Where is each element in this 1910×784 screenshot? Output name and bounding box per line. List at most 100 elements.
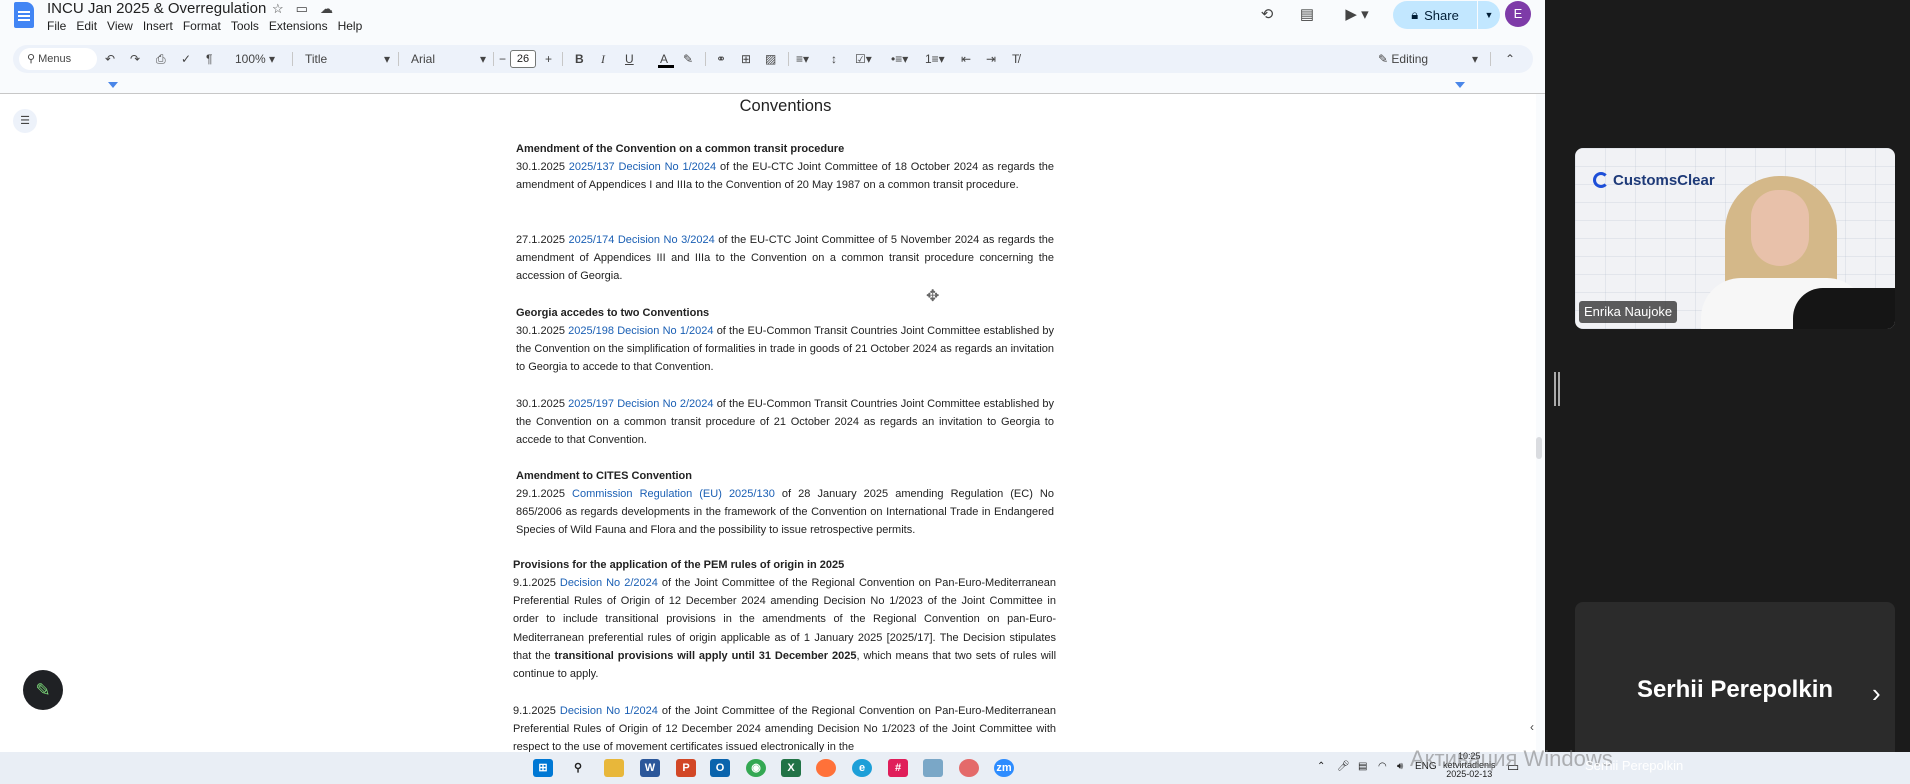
increase-indent-icon[interactable]: ⇥ xyxy=(986,45,996,73)
entry-link[interactable]: Decision No 1/2024 xyxy=(560,705,658,717)
right-indent-marker[interactable] xyxy=(1455,82,1465,88)
entry-link[interactable]: 2025/137 Decision No 1/2024 xyxy=(569,161,716,173)
document-title[interactable]: INCU Jan 2025 & Overregulation xyxy=(47,0,266,17)
underline-icon[interactable]: U xyxy=(625,45,634,73)
meet-video-icon[interactable]: ▶ ▾ xyxy=(1340,5,1374,25)
entry-date: 30.1.2025 xyxy=(516,398,565,410)
windows-start-icon[interactable]: ⊞ xyxy=(533,759,553,777)
document-page[interactable]: Conventions Amendment of the Convention … xyxy=(0,94,1536,752)
spellcheck-icon[interactable]: ✓ xyxy=(181,45,191,73)
menu-extensions[interactable]: Extensions xyxy=(264,19,333,33)
hide-menus-icon[interactable]: ⌃ xyxy=(1505,45,1515,73)
snipping-tool-icon[interactable] xyxy=(959,759,979,777)
entry-date: 9.1.2025 xyxy=(513,577,556,589)
ruler[interactable] xyxy=(0,82,1545,94)
paint-format-icon[interactable]: ¶ xyxy=(206,45,212,73)
bulleted-list-icon[interactable]: •≡▾ xyxy=(891,45,908,73)
file-explorer-icon[interactable] xyxy=(604,759,624,777)
toolbar-divider xyxy=(493,52,494,66)
account-avatar[interactable]: E xyxy=(1505,1,1531,27)
app-icon[interactable] xyxy=(923,759,943,777)
align-icon[interactable]: ≡▾ xyxy=(796,45,809,73)
font-size-input[interactable]: 26 xyxy=(510,50,536,68)
style-select[interactable]: Title ▾ xyxy=(305,45,390,73)
font-select[interactable]: Arial ▾ xyxy=(411,45,486,73)
chrome-icon[interactable]: ◉ xyxy=(746,759,766,777)
add-comment-icon[interactable]: ⊞ xyxy=(741,45,751,73)
search-icon: ⚲ xyxy=(27,53,39,65)
menu-file[interactable]: File xyxy=(47,19,71,33)
link-icon[interactable]: ⚭ xyxy=(716,45,726,73)
participant-tile[interactable]: Serhii Perepolkin xyxy=(1575,602,1895,752)
left-indent-marker[interactable] xyxy=(108,82,118,88)
share-options-button[interactable]: ▼ xyxy=(1478,1,1500,29)
section-title: Amendment of the Convention on a common … xyxy=(516,143,845,155)
network-icon[interactable]: ▤ xyxy=(1358,761,1367,772)
insert-image-icon[interactable]: ▨ xyxy=(765,45,776,73)
menu-edit[interactable]: Edit xyxy=(71,19,102,33)
brand-name: CustomsClear xyxy=(1613,172,1715,189)
zoom-app-icon[interactable]: zm xyxy=(994,759,1014,777)
entry-paragraph: 9.1.2025 Decision No 1/2024 of the Joint… xyxy=(513,702,1056,752)
increase-font-size-button[interactable]: + xyxy=(545,45,552,73)
share-button[interactable]: 🔒︎ Share xyxy=(1393,1,1477,29)
decrease-indent-icon[interactable]: ⇤ xyxy=(961,45,971,73)
wifi-icon[interactable]: ◠ xyxy=(1378,761,1387,772)
chevron-down-icon: ▾ xyxy=(479,52,486,66)
highlight-icon[interactable]: ✎ xyxy=(683,45,693,73)
entry-paragraph: 30.1.2025 2025/198 Decision No 1/2024 of… xyxy=(516,322,1054,377)
panel-resize-handle[interactable] xyxy=(1554,372,1560,406)
document-outline-icon[interactable]: ☰ xyxy=(13,109,37,133)
redo-icon[interactable]: ↷ xyxy=(130,45,140,73)
entry-link[interactable]: 2025/174 Decision No 3/2024 xyxy=(568,234,714,246)
edge-icon[interactable]: e xyxy=(852,759,872,777)
menu-help[interactable]: Help xyxy=(333,19,368,33)
menu-view[interactable]: View xyxy=(102,19,138,33)
cloud-status-icon[interactable]: ☁ xyxy=(320,1,333,17)
move-folder-icon[interactable]: ▭ xyxy=(296,1,308,17)
star-icon[interactable]: ☆ xyxy=(272,1,284,17)
word-icon[interactable]: W xyxy=(640,759,660,777)
version-history-icon[interactable]: ⟲ xyxy=(1257,5,1277,25)
microphone-icon[interactable]: 🎤︎ xyxy=(1337,761,1350,772)
decrease-font-size-button[interactable]: − xyxy=(499,45,506,73)
italic-icon[interactable]: I xyxy=(601,45,605,73)
entry-paragraph: 29.1.2025 Commission Regulation (EU) 202… xyxy=(516,485,1054,540)
search-icon[interactable]: ⚲ xyxy=(568,759,588,777)
menu-tools[interactable]: Tools xyxy=(226,19,264,33)
comments-icon[interactable]: ▤ xyxy=(1297,5,1317,25)
toolbar-divider xyxy=(398,52,399,66)
outlook-icon[interactable]: O xyxy=(710,759,730,777)
volume-icon[interactable]: 🔊︎ xyxy=(1397,761,1403,772)
text-color-icon[interactable]: A xyxy=(660,45,668,73)
entry-link[interactable]: Decision No 2/2024 xyxy=(560,577,658,589)
docs-logo-icon[interactable] xyxy=(14,2,34,28)
share-label: Share xyxy=(1424,7,1459,23)
entry-link[interactable]: 2025/197 Decision No 2/2024 xyxy=(568,398,713,410)
side-panel-toggle-icon[interactable]: ‹ xyxy=(1530,720,1534,734)
clear-formatting-icon[interactable]: T̸ xyxy=(1012,45,1019,73)
slack-icon[interactable]: # xyxy=(888,759,908,777)
menu-format[interactable]: Format xyxy=(178,19,226,33)
firefox-icon[interactable] xyxy=(816,759,836,777)
excel-icon[interactable]: X xyxy=(781,759,801,777)
entry-link[interactable]: Commission Regulation (EU) 2025/130 xyxy=(572,488,775,500)
scrollbar-thumb[interactable] xyxy=(1536,437,1542,459)
entry-link[interactable]: 2025/198 Decision No 1/2024 xyxy=(568,325,713,337)
powerpoint-icon[interactable]: P xyxy=(676,759,696,777)
bold-icon[interactable]: B xyxy=(575,45,584,73)
search-menus-input[interactable]: ⚲ Menus xyxy=(19,48,97,70)
pencil-icon: ✎ xyxy=(35,679,51,700)
tray-overflow-icon[interactable]: ⌃ xyxy=(1317,761,1325,772)
editing-mode-select[interactable]: ✎ Editing ▾ xyxy=(1378,45,1478,73)
edit-floating-button[interactable]: ✎ xyxy=(23,670,63,710)
line-spacing-icon[interactable]: ↕ xyxy=(831,45,837,73)
zoom-select[interactable]: 100% ▾ xyxy=(235,45,275,73)
menu-insert[interactable]: Insert xyxy=(138,19,178,33)
numbered-list-icon[interactable]: 1≡▾ xyxy=(925,45,945,73)
speaker-video-tile[interactable]: CustomsClear Enrika Naujoke xyxy=(1575,148,1895,329)
undo-icon[interactable]: ↶ xyxy=(105,45,115,73)
checklist-icon[interactable]: ☑▾ xyxy=(855,45,872,73)
print-icon[interactable]: ⎙ xyxy=(156,45,166,73)
next-page-icon[interactable]: › xyxy=(1872,678,1881,709)
